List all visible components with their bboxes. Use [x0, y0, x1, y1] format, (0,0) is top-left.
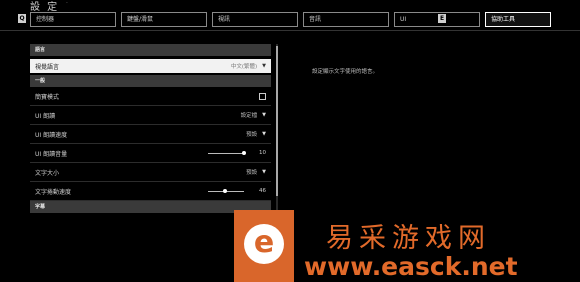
dropdown-arrow-icon: ▼: [262, 131, 266, 137]
dropdown-arrow-icon: ▼: [262, 169, 266, 175]
setting-label: 文字捲動速度: [35, 188, 72, 196]
slider-value: 46: [259, 188, 266, 194]
setting-label: 文字大小: [35, 169, 60, 177]
section-header-language: 語言: [30, 44, 271, 56]
section-header-general: 一般: [30, 75, 271, 87]
setting-value: 設定檔: [240, 113, 258, 119]
tab-audio[interactable]: 音訊: [303, 12, 389, 27]
watermark: e 易采游戏网 www.easck.net: [234, 210, 580, 282]
tab-video[interactable]: 視訊: [212, 12, 298, 27]
high-contrast-checkbox[interactable]: [259, 92, 266, 100]
setting-description: 設定顯示文字使用的語言。: [312, 69, 379, 75]
text-scroll-speed-slider[interactable]: [208, 188, 244, 193]
dropdown-arrow-icon: ▼: [262, 112, 266, 118]
watermark-logo-icon: e: [244, 224, 284, 264]
setting-high-contrast[interactable]: 簡寶模式: [30, 87, 271, 106]
tab-ui[interactable]: UI: [394, 12, 480, 27]
setting-label: 簡寶模式: [35, 93, 60, 101]
setting-text-size[interactable]: 文字大小 預設 ▼: [30, 163, 271, 182]
setting-label: UI 朗讀: [35, 112, 56, 120]
setting-narration-volume[interactable]: UI 朗讀音量 10: [30, 144, 271, 163]
slider-value: 10: [259, 150, 266, 156]
setting-text-scroll-speed[interactable]: 文字捲動速度 46: [30, 182, 271, 201]
setting-label: 視覺語言: [35, 63, 60, 71]
narration-volume-slider[interactable]: [208, 150, 246, 155]
watermark-site-name: 易采游戏网: [326, 223, 491, 254]
tab-bar: 控制器 鍵盤/滑鼠 視訊 音訊 UI 協助工具: [30, 12, 551, 27]
dropdown-arrow-icon: ▼: [262, 63, 266, 69]
setting-label: UI 朗讀音量: [35, 150, 68, 158]
slider-handle[interactable]: [222, 188, 227, 193]
prev-tab-key[interactable]: Q: [18, 14, 26, 23]
header-divider: [0, 30, 580, 31]
slider-handle[interactable]: [242, 150, 246, 155]
page-subtitle: ·: [66, 0, 68, 7]
setting-value: 中文(繁體): [230, 64, 258, 70]
setting-ui-narration[interactable]: UI 朗讀 設定檔 ▼: [30, 106, 271, 125]
watermark-logo: e: [234, 210, 294, 282]
setting-value: 預設: [246, 170, 258, 176]
watermark-url: www.easck.net: [304, 252, 518, 281]
tab-accessibility[interactable]: 協助工具: [485, 12, 551, 27]
next-tab-key[interactable]: E: [438, 14, 446, 23]
setting-language[interactable]: 視覺語言 中文(繁體) ▼: [30, 59, 271, 73]
setting-narration-speed[interactable]: UI 朗讀速度 預設 ▼: [30, 125, 271, 144]
tab-keyboard-mouse[interactable]: 鍵盤/滑鼠: [121, 12, 207, 27]
setting-label: UI 朗讀速度: [35, 131, 68, 139]
scrollbar-thumb[interactable]: [276, 46, 278, 196]
setting-value: 預設: [246, 132, 258, 138]
tab-controller[interactable]: 控制器: [30, 12, 116, 27]
